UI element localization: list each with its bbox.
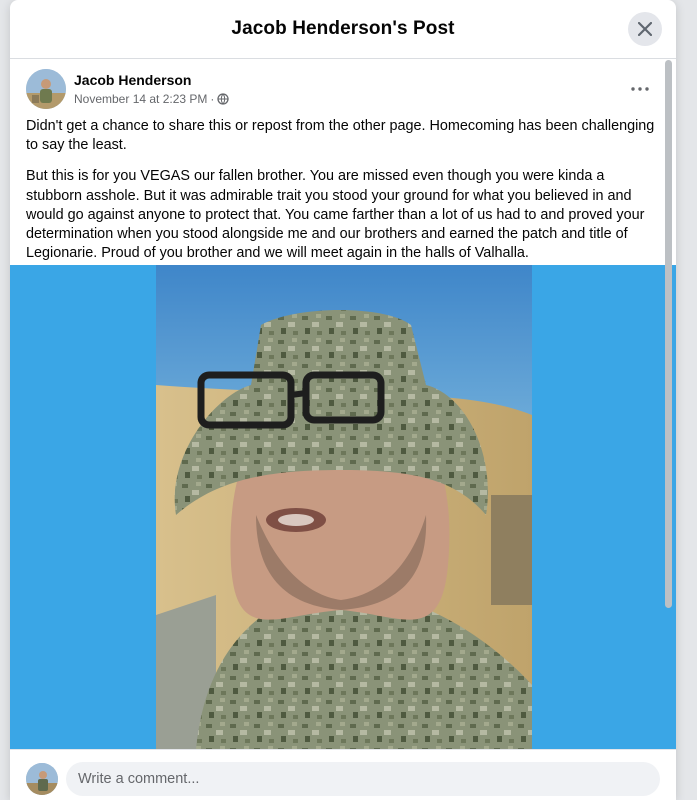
comment-bar [10, 749, 676, 800]
author-block: Jacob Henderson November 14 at 2:23 PM · [74, 71, 230, 107]
user-avatar-image [26, 763, 58, 795]
post-photo-container[interactable] [10, 265, 676, 749]
avatar-image [26, 69, 66, 109]
post-scroll-area[interactable]: Jacob Henderson November 14 at 2:23 PM · [10, 59, 676, 749]
modal-title: Jacob Henderson's Post [231, 18, 455, 39]
post-timestamp[interactable]: November 14 at 2:23 PM [74, 91, 207, 107]
post-paragraph: But this is for you VEGAS our fallen bro… [26, 168, 645, 262]
meta-separator: · [210, 92, 215, 106]
post-header: Jacob Henderson November 14 at 2:23 PM · [26, 69, 230, 109]
globe-icon [217, 93, 230, 105]
soldier-selfie-image [156, 265, 532, 749]
post-meta: November 14 at 2:23 PM · [74, 91, 230, 107]
more-options-icon [631, 87, 649, 91]
post-paragraph: Didn't get a chance to share this or rep… [26, 118, 655, 154]
current-user-avatar[interactable] [26, 763, 58, 795]
post-modal: Jacob Henderson's Post Jacob Henderson N… [10, 0, 676, 800]
comment-input[interactable] [66, 762, 660, 796]
close-button[interactable] [628, 12, 662, 46]
author-avatar[interactable] [26, 69, 66, 109]
post-text: Didn't get a chance to share this or rep… [26, 117, 656, 275]
scrollbar-thumb[interactable] [665, 60, 672, 608]
modal-header: Jacob Henderson's Post [10, 0, 676, 59]
author-name[interactable]: Jacob Henderson [74, 71, 229, 89]
more-options-button[interactable] [628, 79, 652, 99]
post-photo[interactable] [156, 265, 532, 749]
close-icon [638, 22, 652, 36]
